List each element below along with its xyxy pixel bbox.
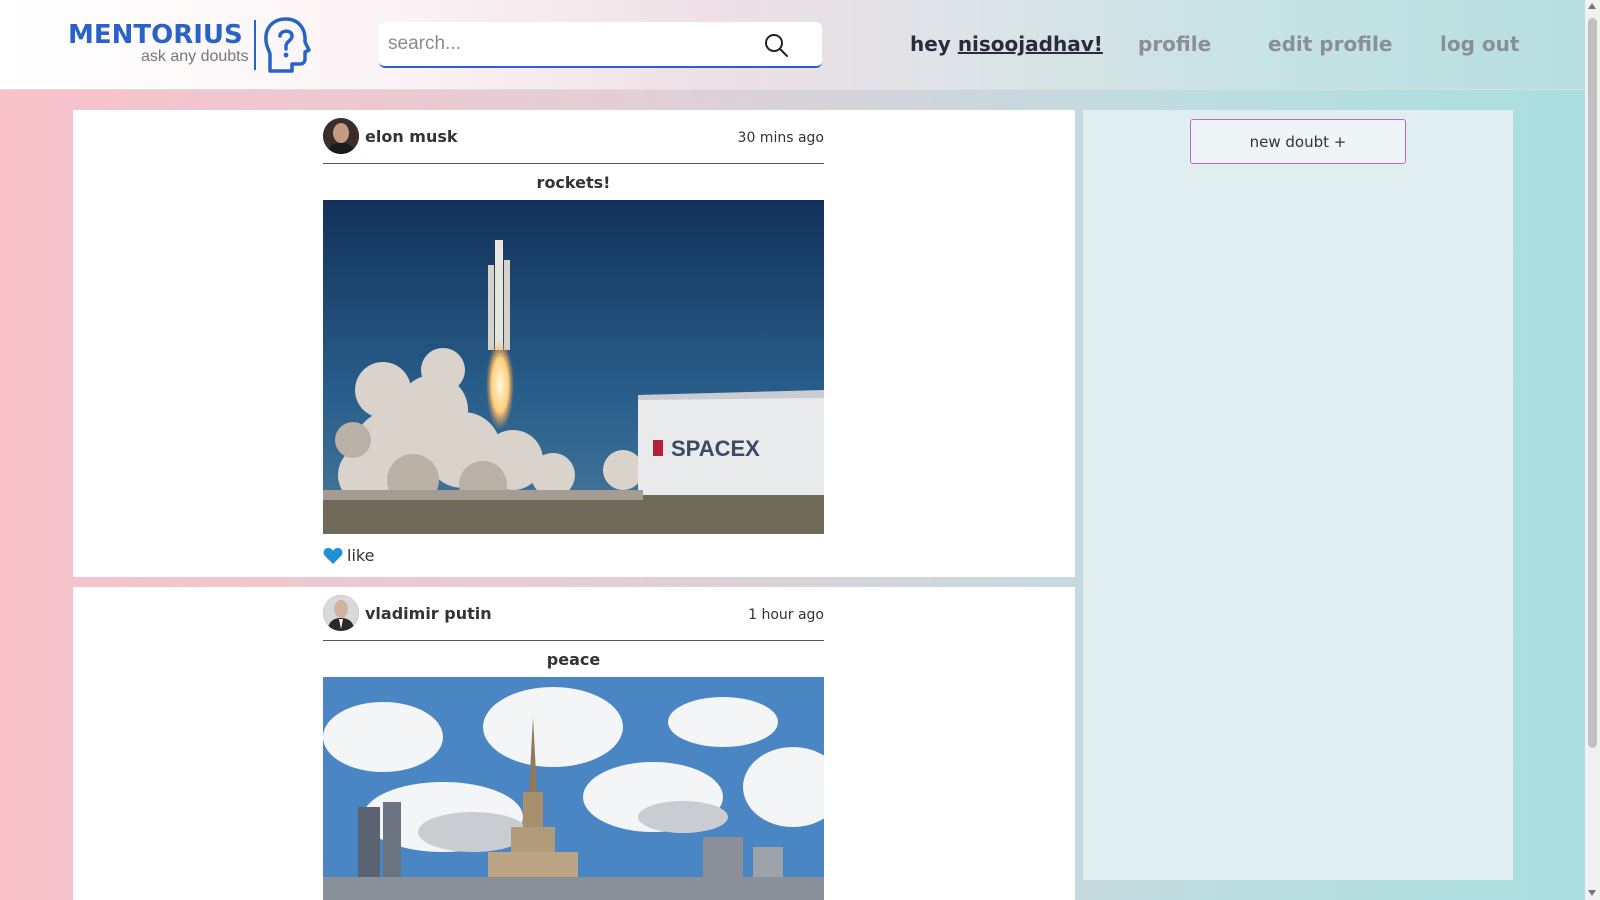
logo-separator	[254, 20, 256, 70]
avatar[interactable]	[323, 118, 359, 154]
post-author[interactable]: vladimir putin	[365, 604, 492, 623]
mentorius-logo[interactable]: MENTORIUS ask any doubts	[68, 16, 313, 76]
page-scrollbar[interactable]	[1585, 0, 1600, 900]
nav-log-out-link[interactable]: log out	[1440, 32, 1519, 56]
post-author[interactable]: elon musk	[365, 127, 458, 146]
head-question-icon	[264, 17, 311, 73]
post-timestamp: 30 mins ago	[737, 130, 824, 146]
post-title: peace	[546, 650, 601, 669]
post-content: vladimir putin 1 hour ago peace	[323, 587, 824, 900]
post-card: vladimir putin 1 hour ago peace	[73, 587, 1075, 900]
post-content: elon musk 30 mins ago rockets! SPACEX li…	[323, 110, 824, 565]
logo-wordmark: MENTORIUS	[68, 20, 243, 50]
post-card: elon musk 30 mins ago rockets! SPACEX li…	[73, 110, 1075, 577]
search-bar	[379, 22, 822, 68]
post-header: elon musk 30 mins ago	[323, 110, 824, 164]
top-header: MENTORIUS ask any doubts hey nisoojadhav…	[0, 0, 1585, 90]
username-link[interactable]: nisoojadhav!	[958, 32, 1103, 56]
new-doubt-button[interactable]: new doubt +	[1190, 119, 1406, 164]
heart-icon	[323, 547, 343, 564]
nav-edit-profile-link[interactable]: edit profile	[1268, 32, 1392, 56]
post-header: vladimir putin 1 hour ago	[323, 587, 824, 641]
greeting-prefix: hey	[910, 32, 958, 56]
avatar-photo	[323, 595, 359, 631]
sidebar-panel: new doubt +	[1083, 110, 1513, 880]
like-label: like	[347, 546, 375, 565]
scrollbar-thumb[interactable]	[1588, 18, 1597, 748]
post-image-rocket-launch: SPACEX	[323, 200, 824, 534]
post-timestamp: 1 hour ago	[748, 607, 824, 623]
logo-tagline: ask any doubts	[141, 48, 249, 65]
user-greeting: hey nisoojadhav!	[910, 32, 1103, 56]
like-button[interactable]: like	[323, 546, 824, 565]
post-title: rockets!	[536, 173, 611, 192]
scroll-down-arrow-icon[interactable]	[1588, 890, 1596, 896]
search-input[interactable]	[388, 22, 748, 66]
search-icon[interactable]	[763, 32, 789, 58]
scroll-up-arrow-icon[interactable]	[1588, 3, 1596, 9]
post-image-moscow-skyline	[323, 677, 824, 900]
avatar[interactable]	[323, 595, 359, 631]
nav-profile-link[interactable]: profile	[1138, 32, 1211, 56]
svg-text:SPACEX: SPACEX	[671, 436, 760, 461]
post-feed: elon musk 30 mins ago rockets! SPACEX li…	[73, 110, 1075, 900]
avatar-photo	[323, 118, 359, 154]
